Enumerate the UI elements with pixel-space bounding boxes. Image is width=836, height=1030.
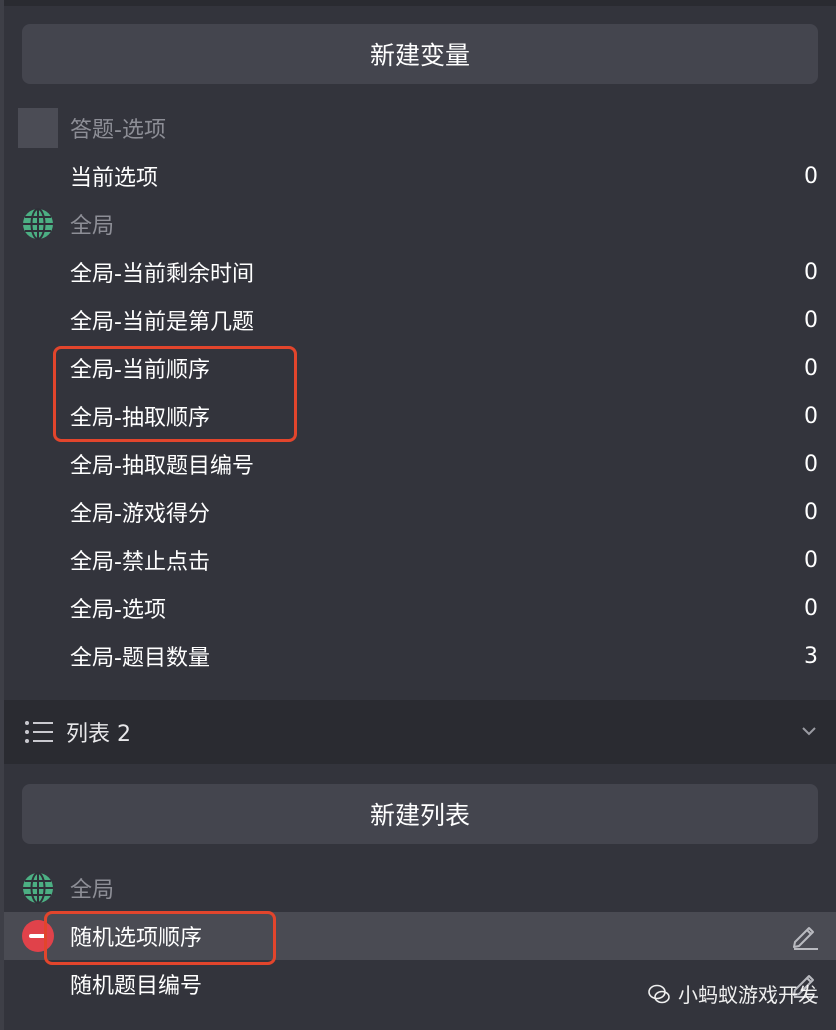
list-icon: [25, 721, 53, 743]
variable-row[interactable]: 全局-当前是第几题 0: [4, 296, 836, 344]
chevron-down-icon[interactable]: [800, 722, 818, 740]
variable-row[interactable]: 全局-游戏得分 0: [4, 488, 836, 536]
globe-icon: [18, 204, 58, 244]
remove-icon[interactable]: [22, 920, 54, 952]
variable-name: 全局-当前剩余时间: [70, 262, 254, 287]
variable-name: 全局-禁止点击: [70, 550, 210, 575]
group-label: 全局: [70, 214, 115, 239]
group-square-icon: [18, 108, 58, 148]
group-label: 全局: [70, 878, 115, 903]
variables-panel: 新建变量 答题-选项 当前选项 0 全局 全局-当前剩余时间 0 全局-当前是第…: [0, 0, 836, 1030]
wechat-icon: [648, 984, 670, 1003]
variable-row[interactable]: 全局-禁止点击 0: [4, 536, 836, 584]
variable-value: 0: [804, 307, 818, 333]
variable-name: 全局-题目数量: [70, 646, 210, 671]
variable-name: 全局-当前是第几题: [70, 310, 254, 335]
variable-name: 全局-抽取题目编号: [70, 454, 254, 479]
variable-name: 全局-抽取顺序: [70, 406, 210, 431]
variable-name: 全局-选项: [70, 598, 166, 623]
pencil-icon[interactable]: [790, 921, 820, 951]
variable-value: 0: [804, 595, 818, 621]
variable-row[interactable]: 全局-题目数量 3: [4, 632, 836, 680]
list-item-name: 随机题目编号: [70, 974, 203, 999]
new-list-button[interactable]: 新建列表: [22, 784, 818, 844]
list-item-name: 随机选项顺序: [70, 926, 203, 951]
variable-value: 0: [804, 451, 818, 477]
variable-row[interactable]: 全局-选项 0: [4, 584, 836, 632]
variable-name: 全局-当前顺序: [70, 358, 210, 383]
group-label: 答题-选项: [70, 118, 166, 143]
variable-row[interactable]: 全局-抽取顺序 0: [4, 392, 836, 440]
globe-icon: [18, 868, 58, 908]
variable-value: 0: [804, 259, 818, 285]
new-variable-button[interactable]: 新建变量: [22, 24, 818, 84]
variable-row[interactable]: 全局-当前剩余时间 0: [4, 248, 836, 296]
variable-value: 0: [804, 355, 818, 381]
variable-value: 0: [804, 163, 818, 189]
variable-value: 3: [804, 643, 818, 669]
variable-value: 0: [804, 547, 818, 573]
group-header-answer-option[interactable]: 答题-选项: [18, 104, 818, 152]
group-header-global[interactable]: 全局: [18, 200, 818, 248]
top-strip: [0, 0, 836, 6]
list-item-selected[interactable]: 随机选项顺序: [4, 912, 836, 960]
variable-value: 0: [804, 499, 818, 525]
variable-row[interactable]: 全局-抽取题目编号 0: [4, 440, 836, 488]
variable-row[interactable]: 当前选项 0: [4, 152, 836, 200]
watermark-text: 小蚂蚁游戏开发: [678, 983, 818, 1007]
variable-value: 0: [804, 403, 818, 429]
watermark: 小蚂蚁游戏开发: [648, 979, 818, 1008]
variable-row[interactable]: 全局-当前顺序 0: [4, 344, 836, 392]
list-section-title: 列表 2: [66, 722, 131, 747]
list-group-header-global[interactable]: 全局: [18, 864, 818, 912]
list-section-header[interactable]: 列表 2: [4, 700, 836, 764]
variable-name: 全局-游戏得分: [70, 502, 210, 527]
variable-name: 当前选项: [70, 166, 159, 191]
